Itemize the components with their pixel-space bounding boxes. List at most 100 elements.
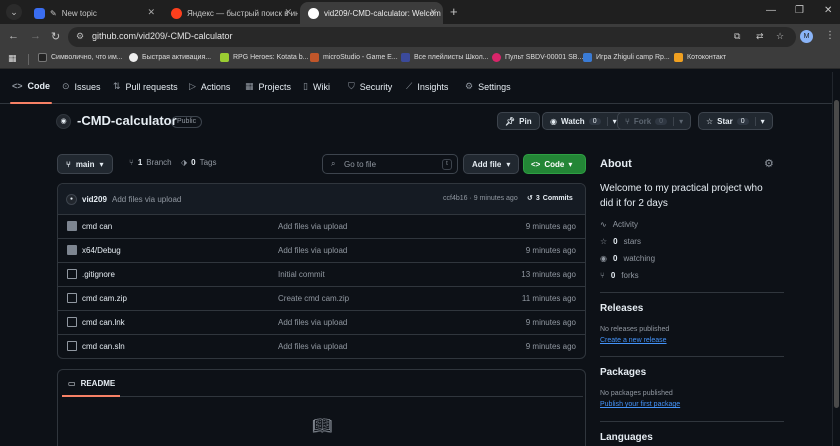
branches-link[interactable]: ⑂ 1 Branch xyxy=(129,158,172,167)
url-text[interactable]: github.com/vid209/-CMD-calculator xyxy=(92,31,233,41)
table-row[interactable]: cmd can.sln Add files via upload 9 minut… xyxy=(58,335,585,358)
commits-link[interactable]: ↺ 3 Commits xyxy=(527,194,573,203)
window-close-icon[interactable]: ✕ xyxy=(824,5,832,16)
stars-link[interactable]: ☆ 0 stars xyxy=(600,237,641,246)
close-icon[interactable]: ✕ xyxy=(429,7,437,18)
tab-actions[interactable]: ▷ Actions xyxy=(189,81,230,92)
fork-button[interactable]: ⑂ Fork 0 ▾ xyxy=(617,112,692,130)
scrollbar-thumb[interactable] xyxy=(834,100,839,408)
watchers-link[interactable]: ◉ 0 watching xyxy=(600,254,655,263)
pin-button[interactable]: 📌︎ Pin xyxy=(497,112,540,130)
code-button[interactable]: <> Code ▾ xyxy=(523,154,586,174)
go-to-file-input[interactable]: ⌕ Go to file t xyxy=(322,154,458,174)
file-commit-message[interactable]: Add files via upload xyxy=(278,246,347,255)
menu-icon[interactable]: ⋮ xyxy=(825,30,835,41)
forward-icon[interactable]: → xyxy=(30,30,41,42)
file-name[interactable]: .gitignore xyxy=(82,270,115,279)
bookmark-item[interactable]: Быстрая активация... xyxy=(129,53,211,62)
bookmark-star-icon[interactable]: ☆ xyxy=(776,31,784,42)
site-info-icon[interactable]: ⚙ xyxy=(76,31,84,42)
stars-word: stars xyxy=(623,237,641,246)
avatar[interactable]: ● xyxy=(66,194,77,205)
file-name[interactable]: cmd can xyxy=(82,222,112,231)
repo-nav: <> Code ⊙ Issues ⇅ Pull requests ▷ Actions ▦… xyxy=(0,72,832,104)
bookmark-item[interactable]: Пульт SBDV-00001 SB... xyxy=(492,53,583,62)
table-row[interactable]: .gitignore Initial commit 13 minutes ago xyxy=(58,263,585,287)
table-row[interactable]: cmd can.lnk Add files via upload 9 minut… xyxy=(58,311,585,335)
activity-link[interactable]: ∿ Activity xyxy=(600,220,638,229)
commit-hash-time[interactable]: ccf4b16 · 9 minutes ago xyxy=(443,195,518,202)
file-commit-message[interactable]: Add files via upload xyxy=(278,222,347,231)
file-commit-message[interactable]: Add files via upload xyxy=(278,318,347,327)
bookmark-favicon-icon xyxy=(38,53,47,62)
file-commit-message[interactable]: Initial commit xyxy=(278,270,325,279)
close-icon[interactable]: ✕ xyxy=(147,7,155,18)
install-icon[interactable]: ⧉ xyxy=(734,31,740,42)
close-icon[interactable]: ✕ xyxy=(284,7,292,18)
branch-select[interactable]: ⑂ main ▾ xyxy=(57,154,113,174)
button-label: Code xyxy=(544,159,565,169)
tab-issues[interactable]: ⊙ Issues xyxy=(62,81,101,92)
releases-heading[interactable]: Releases xyxy=(600,303,643,314)
star-button[interactable]: ☆ Star 0 ▾ xyxy=(698,112,773,130)
omnibox[interactable]: ⚙ github.com/vid209/-CMD-calculator ⧉ ⇄ … xyxy=(68,27,796,47)
tab-security[interactable]: ⛉ Security xyxy=(348,81,392,92)
table-row[interactable]: cmd cam.zip Create cmd cam.zip 11 minute… xyxy=(58,287,585,311)
file-commit-message[interactable]: Add files via upload xyxy=(278,342,347,351)
browser-tab[interactable]: ✎ New topic ✕ xyxy=(26,2,161,24)
bookmark-item[interactable]: Символично, что им... xyxy=(38,53,123,62)
table-row[interactable]: x64/Debug Add files via upload 9 minutes… xyxy=(58,239,585,263)
star-icon: ☆ xyxy=(706,116,714,126)
watch-button[interactable]: ◉ Watch 0 ▾ xyxy=(542,112,625,130)
packages-heading[interactable]: Packages xyxy=(600,367,646,378)
file-name[interactable]: cmd can.lnk xyxy=(82,318,125,327)
file-commit-message[interactable]: Create cmd cam.zip xyxy=(278,294,349,303)
search-placeholder: Go to file xyxy=(344,160,377,169)
commit-author[interactable]: vid209 xyxy=(82,195,107,204)
publish-package-link[interactable]: Publish your first package xyxy=(600,401,680,408)
restore-icon[interactable]: ❐ xyxy=(795,5,804,16)
browser-tab[interactable]: Яндекс — быстрый поиск в инте ✕ xyxy=(163,2,298,24)
profile-avatar[interactable]: M xyxy=(800,30,813,43)
tab-pull-requests[interactable]: ⇅ Pull requests xyxy=(113,81,178,92)
create-release-link[interactable]: Create a new release xyxy=(600,337,667,344)
chevron-down-icon[interactable]: ▾ xyxy=(606,116,617,126)
add-file-button[interactable]: Add file ▾ xyxy=(463,154,520,174)
file-name[interactable]: x64/Debug xyxy=(82,246,121,255)
bookmark-item[interactable]: RPG Heroes: Kotata b... xyxy=(220,53,308,62)
code-icon: <> xyxy=(531,159,541,169)
bookmark-item[interactable]: microStudio - Game E... xyxy=(310,53,398,62)
active-tab-underline xyxy=(62,395,120,397)
reload-icon[interactable]: ↻ xyxy=(51,30,60,43)
tab-wiki[interactable]: ▯ Wiki xyxy=(303,81,330,92)
repo-owner-avatar[interactable]: ◉ xyxy=(56,114,71,129)
translate-icon[interactable]: ⇄ xyxy=(756,31,764,42)
tab-code[interactable]: <> Code xyxy=(12,81,50,91)
bookmark-item[interactable]: Все плейлисты Школ... xyxy=(401,53,489,62)
apps-icon[interactable]: ▦ xyxy=(8,53,17,64)
chevron-down-icon[interactable]: ▾ xyxy=(673,116,683,126)
bookmark-item[interactable]: Котоконтакт xyxy=(674,53,726,62)
commit-message[interactable]: Add files via upload xyxy=(112,195,181,204)
file-name[interactable]: cmd cam.zip xyxy=(82,294,127,303)
minimize-icon[interactable]: — xyxy=(766,5,776,16)
new-tab-button[interactable]: + xyxy=(450,4,458,19)
bookmarks-bar: ▦ Символично, что им... Быстрая активаци… xyxy=(0,50,840,69)
readme-tab[interactable]: ▭ README xyxy=(68,379,115,388)
tab-projects[interactable]: ▦ Projects xyxy=(245,81,291,92)
tags-link[interactable]: ⬗ 0 Tags xyxy=(181,158,217,167)
table-icon: ▦ xyxy=(245,81,254,91)
tab-settings[interactable]: ⚙ Settings xyxy=(465,81,511,92)
chevron-down-icon[interactable]: ▾ xyxy=(754,116,765,126)
latest-commit-row: ● vid209 Add files via upload ccf4b16 · … xyxy=(58,184,585,215)
bookmark-item[interactable]: Игра Zhiguli camp Rp... xyxy=(583,53,670,62)
back-icon[interactable]: ← xyxy=(8,30,19,42)
browser-tab-active[interactable]: vid209/-CMD-calculator: Welcom ✕ xyxy=(300,2,443,24)
tab-insights[interactable]: ⟋ Insights xyxy=(406,81,448,92)
file-name[interactable]: cmd can.sln xyxy=(82,342,125,351)
repo-title[interactable]: -CMD-calculator xyxy=(77,113,177,128)
tab-search-button[interactable]: ⌄ xyxy=(6,4,22,20)
forks-link[interactable]: ⑂ 0 forks xyxy=(600,271,639,280)
gear-icon[interactable]: ⚙ xyxy=(764,157,774,170)
table-row[interactable]: cmd can Add files via upload 9 minutes a… xyxy=(58,215,585,239)
